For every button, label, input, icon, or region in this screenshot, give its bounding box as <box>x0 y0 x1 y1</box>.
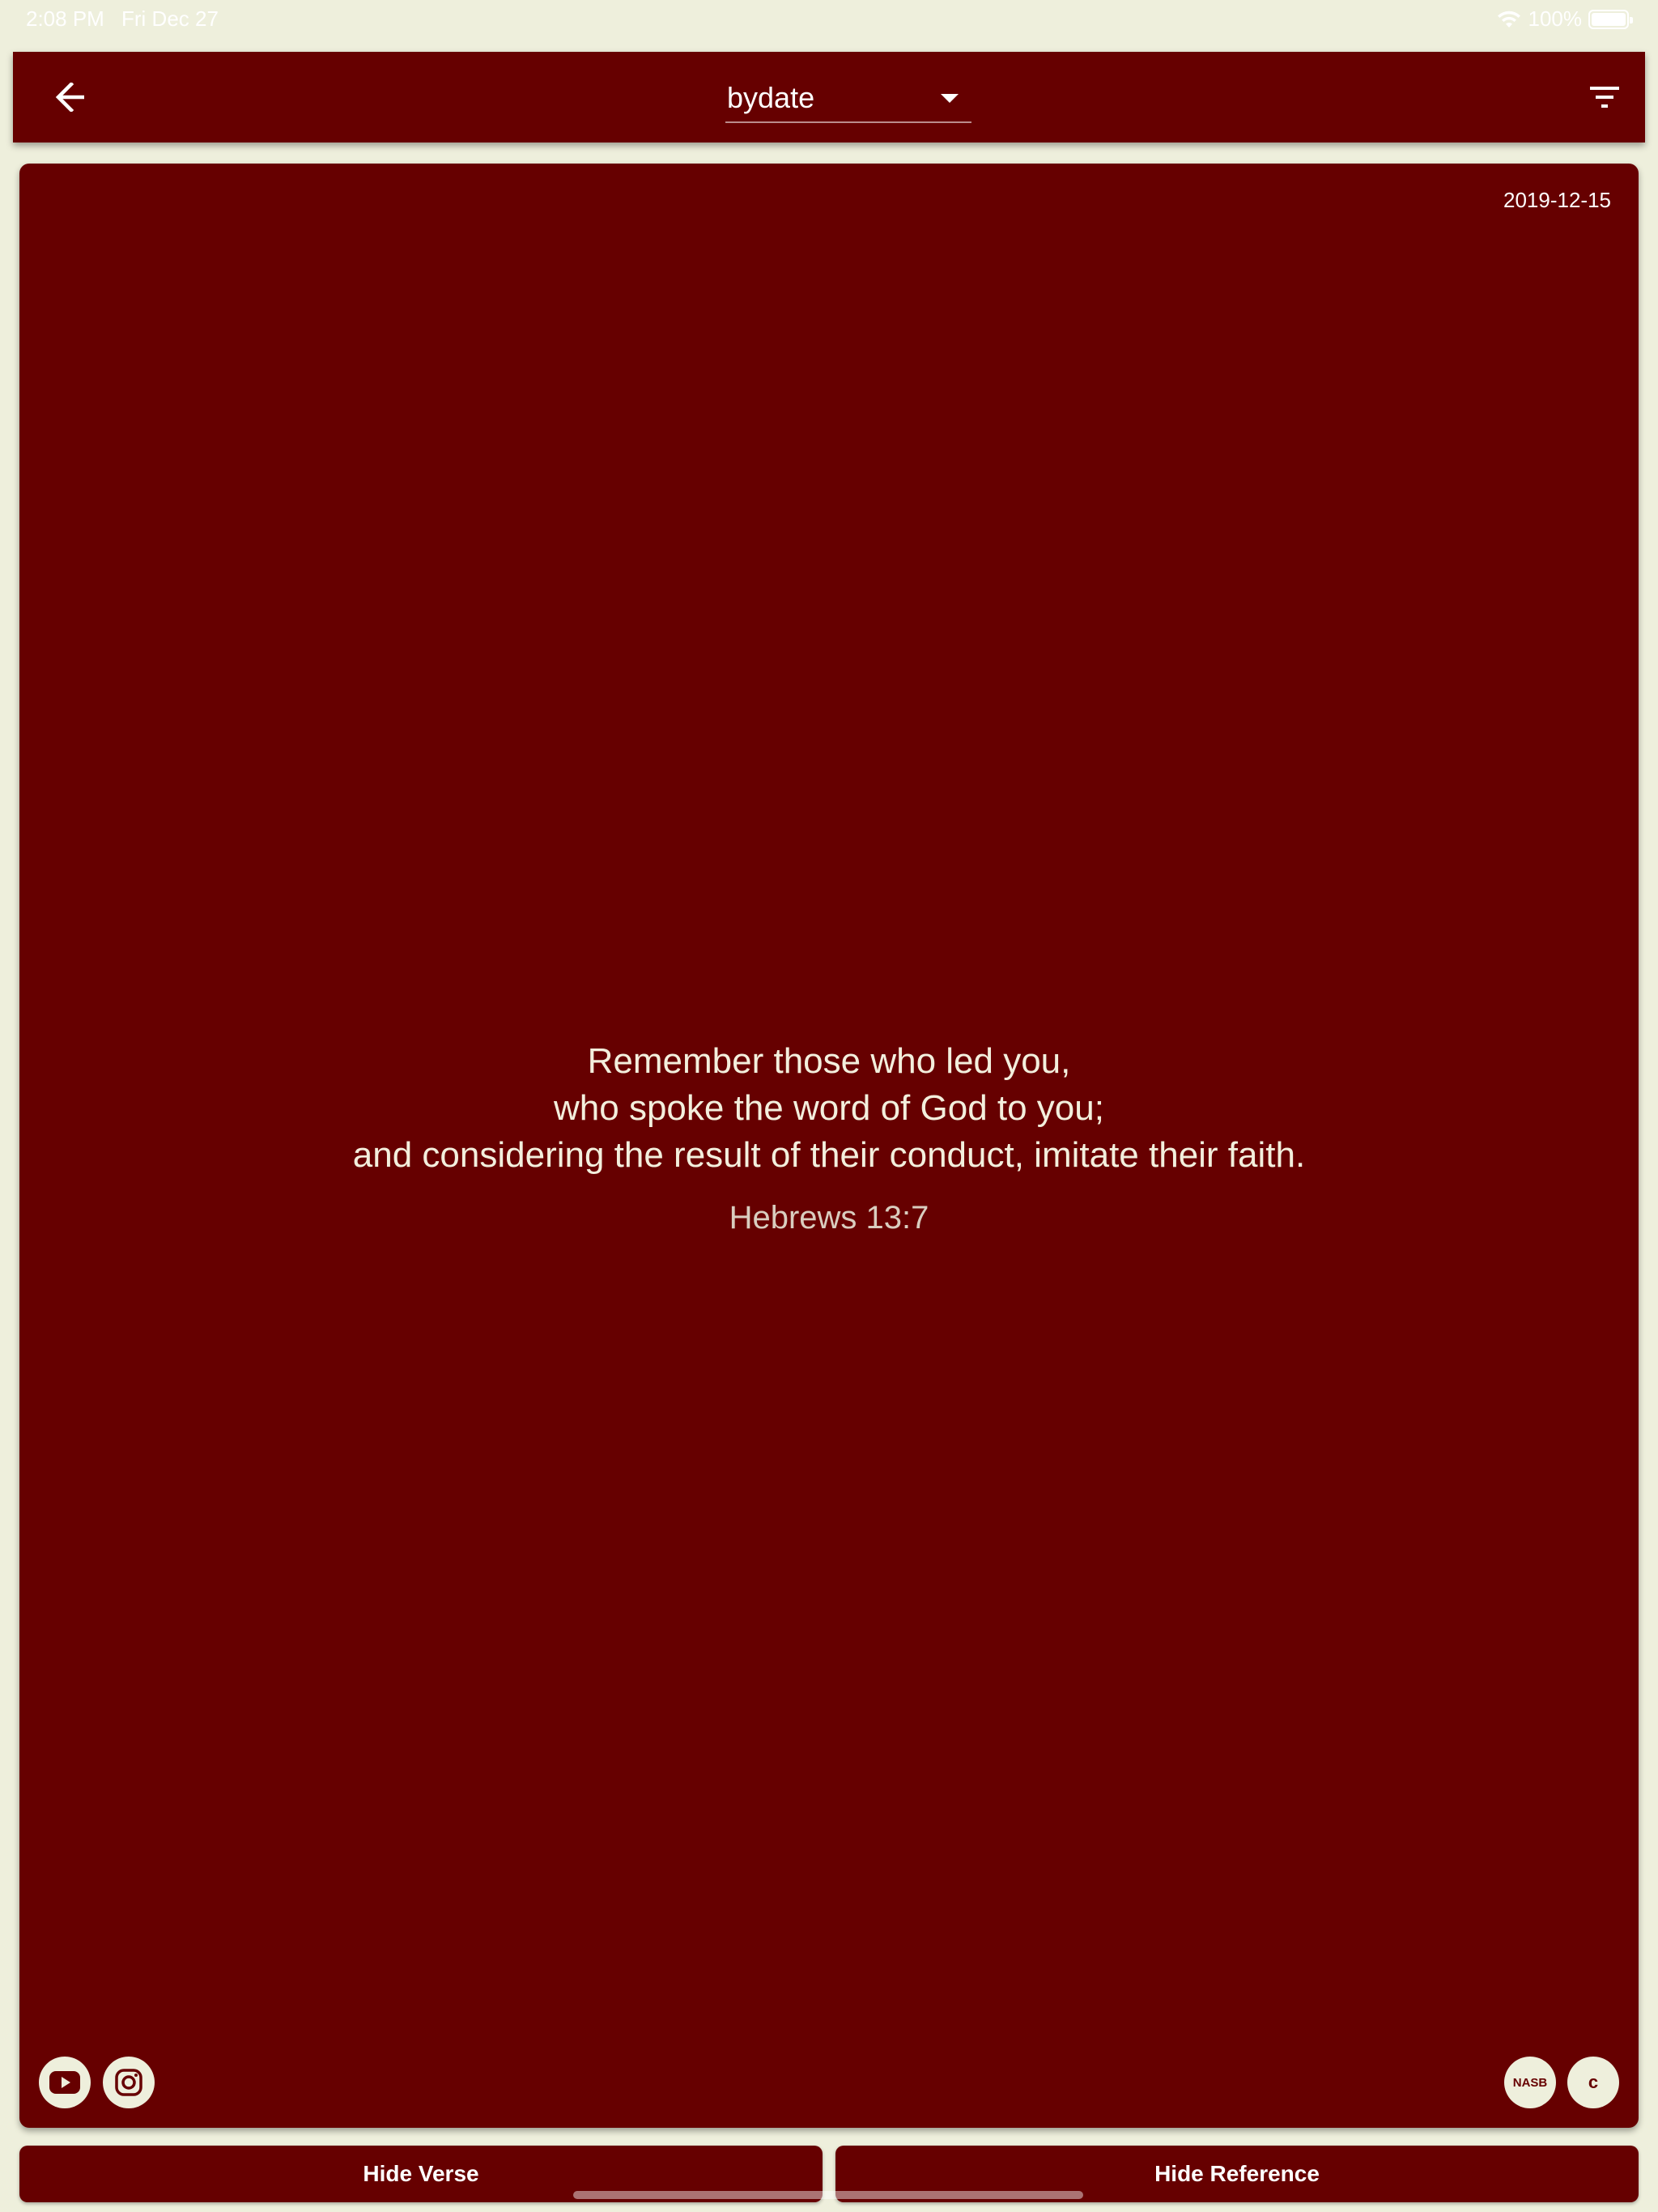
verse-card: 2019-12-15 Remember those who led you, w… <box>19 164 1639 2128</box>
verse-line: and considering the result of their cond… <box>352 1135 1306 1175</box>
status-time: 2:08 PM <box>26 6 104 31</box>
verse-block: Remember those who led you, who spoke th… <box>19 1038 1639 1236</box>
arrow-left-icon <box>55 83 84 112</box>
filter-button[interactable] <box>1575 76 1634 118</box>
verse-reference: Hebrews 13:7 <box>729 1200 929 1236</box>
version-button[interactable]: NASB <box>1504 2057 1556 2108</box>
app-bar: bydate <box>13 52 1645 143</box>
c-button[interactable]: c <box>1567 2057 1619 2108</box>
dropdown-value: bydate <box>727 81 815 114</box>
wifi-icon <box>1497 11 1520 28</box>
status-bar: 2:08 PM Fri Dec 27 100% <box>0 0 1658 39</box>
caret-down-icon <box>941 94 959 103</box>
card-date: 2019-12-15 <box>1503 188 1611 212</box>
status-indicators: 100% <box>1496 6 1633 32</box>
youtube-button[interactable] <box>39 2057 91 2108</box>
filter-list-icon <box>1590 87 1619 108</box>
verse-line: who spoke the word of God to you; <box>554 1088 1104 1128</box>
battery-percent: 100% <box>1528 6 1583 31</box>
battery-fill <box>1592 12 1626 26</box>
instagram-icon <box>115 2069 142 2096</box>
status-date: Fri Dec 27 <box>121 6 219 31</box>
instagram-button[interactable] <box>103 2057 155 2108</box>
verse-line: Remember those who led you, <box>587 1041 1071 1081</box>
home-indicator[interactable] <box>573 2191 1083 2199</box>
battery-icon <box>1588 9 1633 29</box>
sort-dropdown[interactable]: bydate <box>725 73 971 123</box>
youtube-icon <box>49 2071 80 2094</box>
back-button[interactable] <box>42 76 100 118</box>
